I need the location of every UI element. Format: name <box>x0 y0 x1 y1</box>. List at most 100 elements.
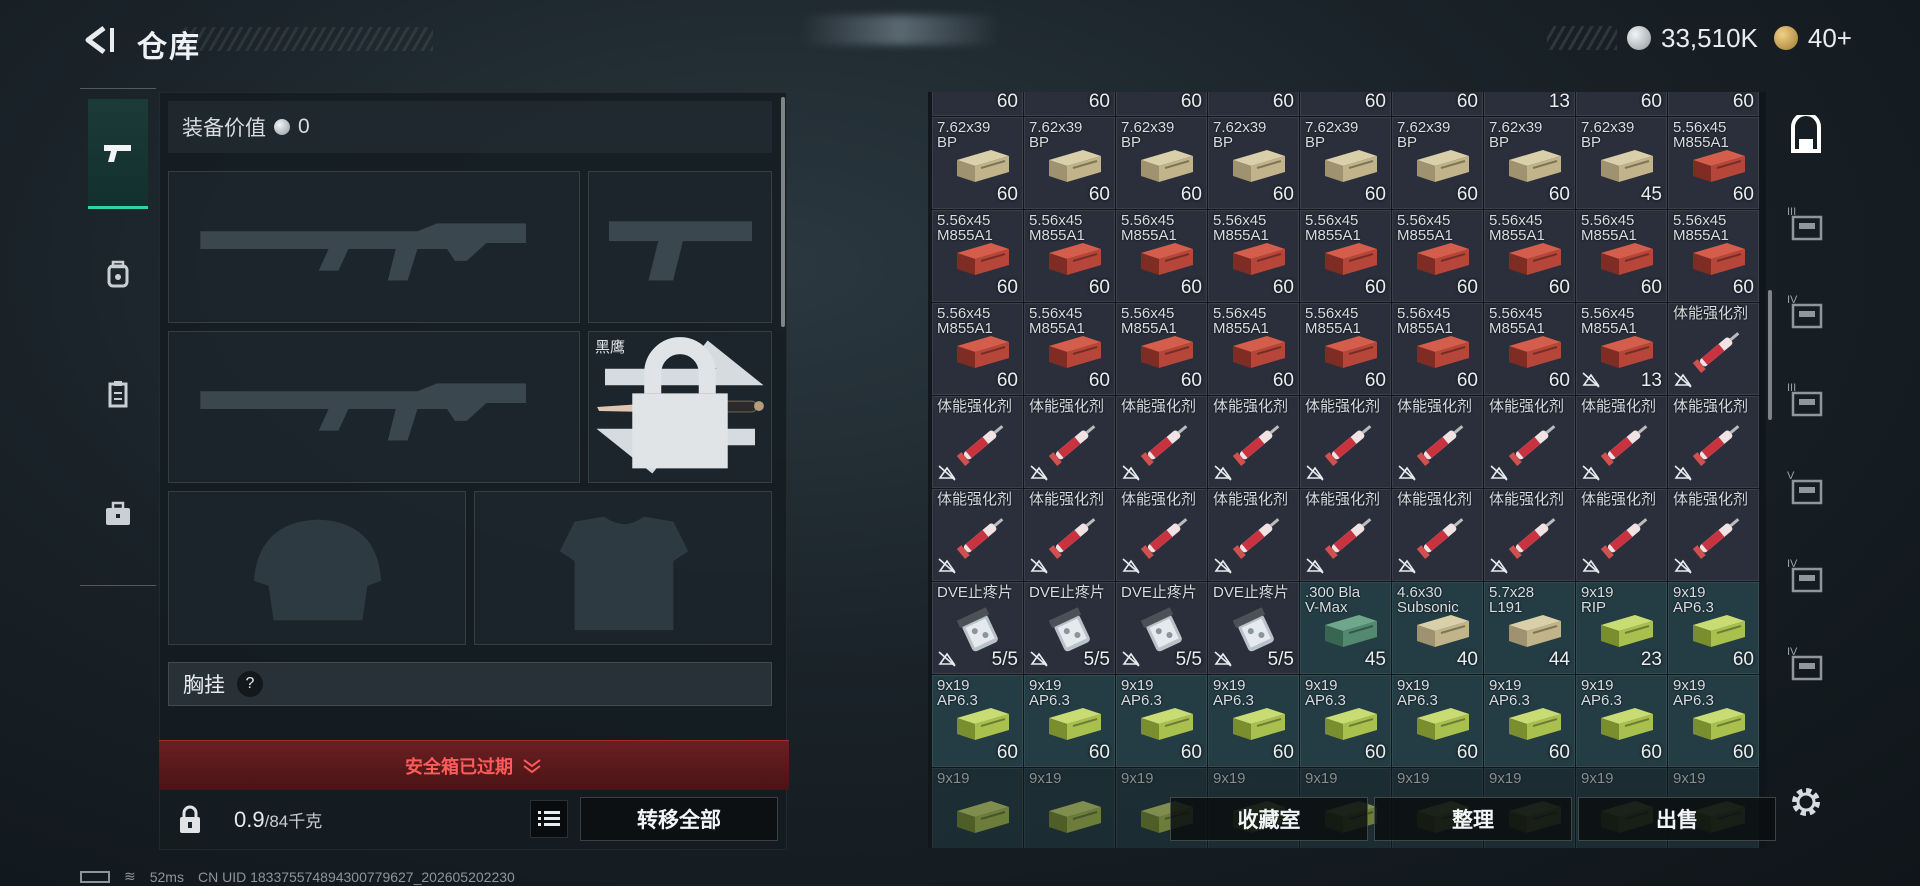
pistol-slot[interactable] <box>588 171 772 323</box>
inventory-item[interactable]: .300 Bla V-Max 45 <box>1300 582 1391 674</box>
storage-tab[interactable]: III <box>1774 180 1838 268</box>
inventory-item[interactable]: 9x19 AP6.3 60 <box>932 675 1023 767</box>
inventory-item[interactable]: 5.56x45 M855A1 13 <box>1576 303 1667 395</box>
inventory-item[interactable]: 5.56x45 M855A1 60 <box>1024 210 1115 302</box>
stash-scrollbar[interactable] <box>1768 290 1772 420</box>
inventory-item[interactable]: 9x19 AP6.3 60 <box>1300 675 1391 767</box>
inventory-item[interactable]: 体能强化剂 <box>1576 489 1667 581</box>
inventory-item[interactable]: 体能强化剂 <box>1668 303 1759 395</box>
inventory-item[interactable]: 9x19 AP6.3 60 <box>1668 582 1759 674</box>
inventory-item[interactable]: 7.62x39 BP 45 <box>1576 117 1667 209</box>
settings-gear-icon[interactable] <box>1786 782 1826 822</box>
inventory-item[interactable]: 7.62x39 BP 60 <box>1208 117 1299 209</box>
lock-button[interactable] <box>160 790 220 850</box>
inventory-item[interactable]: 5.56x45 M855A1 60 <box>932 303 1023 395</box>
inventory-item[interactable]: DVE止疼片 5/5 <box>1116 582 1207 674</box>
inventory-item[interactable]: 13 <box>1484 92 1575 116</box>
inventory-item[interactable]: 9x19 <box>1024 768 1115 848</box>
inventory-item[interactable]: 5.56x45 M855A1 60 <box>1208 210 1299 302</box>
melee-slot[interactable]: 黑鹰 <box>588 331 772 483</box>
inventory-item[interactable]: 体能强化剂 <box>1484 489 1575 581</box>
inventory-item[interactable]: 4.6x30 Subsonic 40 <box>1392 582 1483 674</box>
inventory-item[interactable]: 5.56x45 M855A1 60 <box>1116 210 1207 302</box>
inventory-item[interactable]: 体能强化剂 <box>1024 396 1115 488</box>
storage-tab[interactable]: III <box>1774 356 1838 444</box>
inventory-item[interactable]: 5.7x28 L191 44 <box>1484 582 1575 674</box>
storage-tab[interactable]: IV <box>1774 532 1838 620</box>
transfer-all-button[interactable]: 转移全部 <box>580 797 778 841</box>
inventory-item[interactable]: DVE止疼片 5/5 <box>932 582 1023 674</box>
inventory-item[interactable]: 5.56x45 M855A1 60 <box>932 210 1023 302</box>
armor-slot[interactable] <box>474 491 772 645</box>
inventory-item[interactable]: 体能强化剂 <box>1300 489 1391 581</box>
back-arrow-icon[interactable] <box>80 22 116 58</box>
storage-tab[interactable]: IV <box>1774 620 1838 708</box>
inventory-item[interactable]: 5.56x45 M855A1 60 <box>1668 210 1759 302</box>
inventory-item[interactable]: 7.62x39 BP 60 <box>1116 117 1207 209</box>
inventory-item[interactable]: 60 <box>1116 92 1207 116</box>
inventory-item[interactable]: 60 <box>1392 92 1483 116</box>
inventory-item[interactable]: 体能强化剂 <box>1484 396 1575 488</box>
storage-tab[interactable] <box>1774 92 1838 180</box>
inventory-item[interactable]: 9x19 AP6.3 60 <box>1024 675 1115 767</box>
inventory-item[interactable]: 5.56x45 M855A1 60 <box>1024 303 1115 395</box>
sell-button[interactable]: 出售 <box>1578 797 1776 841</box>
inventory-item[interactable]: 9x19 AP6.3 60 <box>1668 675 1759 767</box>
inventory-item[interactable]: 体能强化剂 <box>1668 396 1759 488</box>
inventory-item[interactable]: 9x19 AP6.3 60 <box>1208 675 1299 767</box>
inventory-item[interactable]: DVE止疼片 5/5 <box>1208 582 1299 674</box>
inventory-item[interactable]: 5.56x45 M855A1 60 <box>1392 210 1483 302</box>
inventory-item[interactable]: 60 <box>1576 92 1667 116</box>
inventory-item[interactable]: 5.56x45 M855A1 60 <box>1484 303 1575 395</box>
inventory-item[interactable]: 体能强化剂 <box>1116 396 1207 488</box>
inventory-item[interactable]: 5.56x45 M855A1 60 <box>1484 210 1575 302</box>
inventory-item[interactable]: 9x19 RIP 23 <box>1576 582 1667 674</box>
safe-box-expired-banner[interactable]: 安全箱已过期 <box>159 740 789 790</box>
help-icon[interactable]: ? <box>237 671 263 697</box>
inventory-item[interactable]: DVE止疼片 5/5 <box>1024 582 1115 674</box>
inventory-item[interactable]: 体能强化剂 <box>1208 489 1299 581</box>
inventory-item[interactable]: 5.56x45 M855A1 60 <box>1300 210 1391 302</box>
gold-amount[interactable]: 40+ <box>1808 23 1852 54</box>
inventory-item[interactable]: 体能强化剂 <box>1668 489 1759 581</box>
inventory-item[interactable]: 5.56x45 M855A1 60 <box>1576 210 1667 302</box>
inventory-item[interactable]: 5.56x45 M855A1 60 <box>1668 117 1759 209</box>
inventory-item[interactable]: 体能强化剂 <box>1576 396 1667 488</box>
inventory-item[interactable]: 体能强化剂 <box>1208 396 1299 488</box>
inventory-item[interactable]: 体能强化剂 <box>1392 396 1483 488</box>
inventory-item[interactable]: 5.56x45 M855A1 60 <box>1116 303 1207 395</box>
storage-tab[interactable]: V <box>1774 444 1838 532</box>
inventory-item[interactable]: 体能强化剂 <box>932 396 1023 488</box>
inventory-item[interactable]: 7.62x39 BP 60 <box>1484 117 1575 209</box>
inventory-item[interactable]: 9x19 AP6.3 60 <box>1484 675 1575 767</box>
inventory-item[interactable]: 7.62x39 BP 60 <box>932 117 1023 209</box>
inventory-item[interactable]: 7.62x39 BP 60 <box>1392 117 1483 209</box>
inventory-item[interactable]: 9x19 AP6.3 60 <box>1392 675 1483 767</box>
inventory-item[interactable]: 60 <box>1668 92 1759 116</box>
inventory-item[interactable]: 5.56x45 M855A1 60 <box>1208 303 1299 395</box>
inventory-item[interactable]: 体能强化剂 <box>1300 396 1391 488</box>
inventory-item[interactable]: 60 <box>1024 92 1115 116</box>
helmet-slot[interactable] <box>168 491 466 645</box>
sidebar-item-consumables[interactable] <box>88 339 148 449</box>
sidebar-item-equipment[interactable] <box>88 219 148 329</box>
inventory-item[interactable]: 5.56x45 M855A1 60 <box>1300 303 1391 395</box>
chest-rig-slot[interactable]: 胸挂 ? <box>168 662 772 706</box>
inventory-item[interactable]: 9x19 AP6.3 60 <box>1116 675 1207 767</box>
sidebar-item-weapons[interactable] <box>88 99 148 209</box>
inventory-item[interactable]: 7.62x39 BP 60 <box>1024 117 1115 209</box>
inventory-item[interactable]: 9x19 <box>932 768 1023 848</box>
primary-weapon-slot[interactable] <box>168 171 580 323</box>
collection-room-button[interactable]: 收藏室 <box>1170 797 1368 841</box>
inventory-item[interactable]: 9x19 AP6.3 60 <box>1576 675 1667 767</box>
inventory-item[interactable]: 7.62x39 BP 60 <box>1300 117 1391 209</box>
secondary-weapon-slot[interactable] <box>168 331 580 483</box>
inventory-item[interactable]: 体能强化剂 <box>1392 489 1483 581</box>
inventory-item[interactable]: 体能强化剂 <box>1116 489 1207 581</box>
inventory-item[interactable]: 体能强化剂 <box>1024 489 1115 581</box>
loadout-scrollbar[interactable] <box>781 97 785 327</box>
inventory-item[interactable]: 5.56x45 M855A1 60 <box>1392 303 1483 395</box>
inventory-item[interactable]: 体能强化剂 <box>932 489 1023 581</box>
list-view-button[interactable] <box>530 800 568 838</box>
inventory-item[interactable]: 60 <box>1300 92 1391 116</box>
